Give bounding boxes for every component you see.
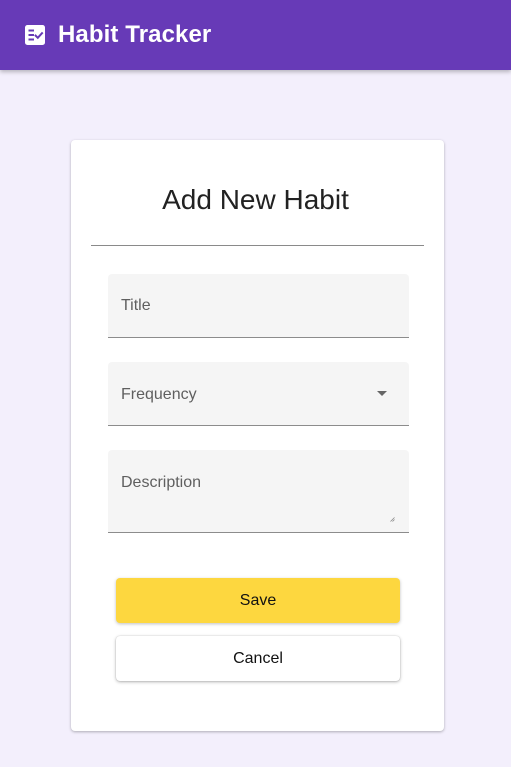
title-label: Title: [121, 297, 151, 314]
cancel-button[interactable]: Cancel: [116, 636, 400, 681]
description-label: Description: [121, 474, 202, 491]
checklist-icon: [25, 25, 45, 45]
heading-divider: [91, 245, 424, 246]
save-button[interactable]: Save: [116, 578, 400, 623]
form-heading: Add New Habit: [162, 184, 349, 215]
resize-handle-icon[interactable]: [390, 517, 395, 522]
dropdown-arrow-icon[interactable]: [377, 391, 387, 396]
frequency-label: Frequency: [121, 386, 197, 403]
title-input[interactable]: Title: [108, 274, 409, 338]
frequency-select[interactable]: Frequency: [108, 362, 409, 426]
app-title: Habit Tracker: [58, 21, 212, 48]
app-bar: Habit Tracker: [0, 0, 511, 70]
description-textarea[interactable]: Description: [108, 450, 409, 533]
